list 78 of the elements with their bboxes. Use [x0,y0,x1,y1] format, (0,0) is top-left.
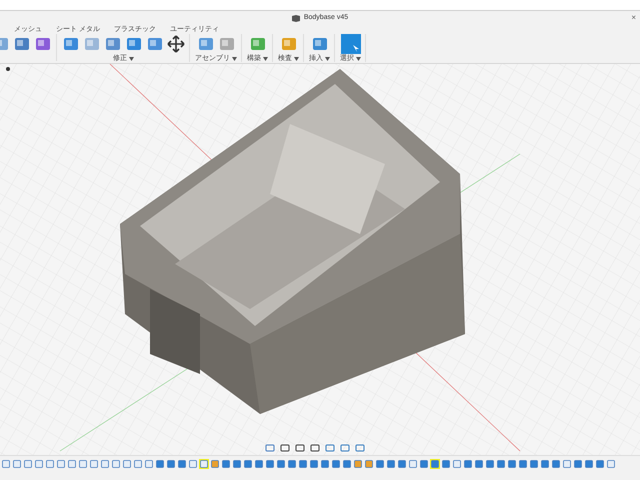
timeline-feature[interactable] [166,459,176,469]
caret-icon [294,56,299,60]
timeline-feature[interactable] [606,459,616,469]
timeline-feature[interactable] [309,459,319,469]
timeline-feature[interactable] [1,459,11,469]
close-button[interactable]: × [631,14,636,22]
timeline-feature[interactable] [199,459,209,469]
timeline-feature[interactable] [342,459,352,469]
timeline-feature[interactable] [111,459,121,469]
timeline-feature[interactable] [122,459,132,469]
timeline-feature[interactable] [23,459,33,469]
timeline-feature[interactable] [430,459,440,469]
timeline-feature[interactable] [353,459,363,469]
timeline-feature[interactable] [232,459,242,469]
timeline-feature[interactable] [243,459,253,469]
caret-icon [263,56,268,60]
timeline-feature[interactable] [78,459,88,469]
timeline-feature[interactable] [485,459,495,469]
timeline-feature[interactable] [595,459,605,469]
timeline-feature[interactable] [287,459,297,469]
tool-icon[interactable] [34,35,52,53]
timeline-feature[interactable] [56,459,66,469]
tool-icon[interactable] [196,35,214,53]
timeline-feature[interactable] [188,459,198,469]
timeline-feature[interactable] [155,459,165,469]
timeline-feature[interactable] [45,459,55,469]
timeline-feature[interactable] [529,459,539,469]
cursor-icon [352,45,358,52]
timeline-feature[interactable] [496,459,506,469]
tool-icon[interactable] [280,35,298,53]
timeline-feature[interactable] [408,459,418,469]
timeline-feature[interactable] [518,459,528,469]
cube-icon [292,15,300,22]
timeline-feature[interactable] [265,459,275,469]
timeline-feature[interactable] [254,459,264,469]
timeline-feature[interactable] [375,459,385,469]
timeline-feature[interactable] [474,459,484,469]
timeline-feature[interactable] [144,459,154,469]
timeline-feature[interactable] [89,459,99,469]
timeline-feature[interactable] [540,459,550,469]
caret-icon [325,56,330,60]
timeline-feature[interactable] [419,459,429,469]
timeline-feature[interactable] [463,459,473,469]
timeline-feature[interactable] [12,459,22,469]
timeline-feature[interactable] [452,459,462,469]
timeline-feature[interactable] [364,459,374,469]
timeline-feature[interactable] [584,459,594,469]
move-arrows-icon[interactable] [167,35,185,53]
timeline-feature[interactable] [100,459,110,469]
caret-icon [356,56,361,60]
timeline-feature[interactable] [331,459,341,469]
tool-icon[interactable] [125,35,143,53]
tool-icon[interactable] [218,35,236,53]
timeline-feature[interactable] [507,459,517,469]
timeline-feature[interactable] [551,459,561,469]
timeline-feature[interactable] [133,459,143,469]
timeline-feature[interactable] [298,459,308,469]
select-tool-button[interactable] [340,34,360,54]
timeline-feature[interactable] [441,459,451,469]
timeline-feature[interactable] [221,459,231,469]
timeline-feature[interactable] [67,459,77,469]
timeline-feature[interactable] [210,459,220,469]
timeline-feature[interactable] [34,459,44,469]
timeline-feature[interactable] [320,459,330,469]
timeline-feature[interactable] [177,459,187,469]
tool-icon[interactable] [62,35,80,53]
timeline-feature[interactable] [562,459,572,469]
caret-icon [129,56,134,60]
timeline-feature[interactable] [573,459,583,469]
timeline-feature[interactable] [397,459,407,469]
timeline-feature[interactable] [386,459,396,469]
tool-icon[interactable] [104,35,122,53]
dot-icon[interactable] [6,67,10,71]
timeline-feature[interactable] [276,459,286,469]
tool-icon[interactable] [248,35,266,53]
caret-icon [232,56,237,60]
tool-icon[interactable] [310,35,328,53]
tool-icon[interactable] [13,35,31,53]
